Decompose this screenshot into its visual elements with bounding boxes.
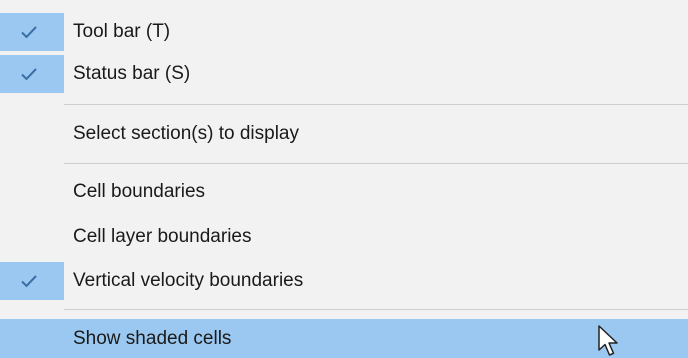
menu-item-label: Select section(s) to display (73, 123, 299, 144)
checkmark-icon (21, 68, 37, 81)
menu-item-status-bar[interactable]: Status bar (S) (0, 55, 688, 93)
view-context-menu: Tool bar (T) Status bar (S) Select secti… (0, 0, 688, 358)
mouse-pointer-icon (598, 325, 618, 356)
menu-item-cell-boundaries[interactable]: Cell boundaries (0, 173, 688, 211)
menu-item-label: Status bar (S) (73, 63, 191, 84)
check-cell (0, 55, 64, 93)
check-cell (0, 13, 64, 51)
menu-item-label: Show shaded cells (73, 327, 232, 349)
menu-item-tool-bar[interactable]: Tool bar (T) (0, 13, 688, 51)
menu-item-label: Cell layer boundaries (73, 226, 252, 247)
checkmark-icon (21, 275, 37, 288)
menu-item-label: Tool bar (T) (73, 21, 171, 42)
menu-item-vertical-velocity-boundaries[interactable]: Vertical velocity boundaries (0, 262, 688, 300)
check-cell (0, 262, 64, 300)
menu-separator (64, 309, 688, 310)
menu-item-label: Vertical velocity boundaries (73, 270, 304, 291)
menu-item-show-shaded-cells[interactable]: Show shaded cells (0, 319, 688, 358)
menu-item-label: Cell boundaries (73, 181, 206, 202)
menu-separator (64, 163, 688, 164)
menu-item-cell-layer-boundaries[interactable]: Cell layer boundaries (0, 218, 688, 256)
menu-separator (64, 104, 688, 105)
checkmark-icon (21, 26, 37, 39)
menu-item-select-sections[interactable]: Select section(s) to display (0, 115, 688, 153)
